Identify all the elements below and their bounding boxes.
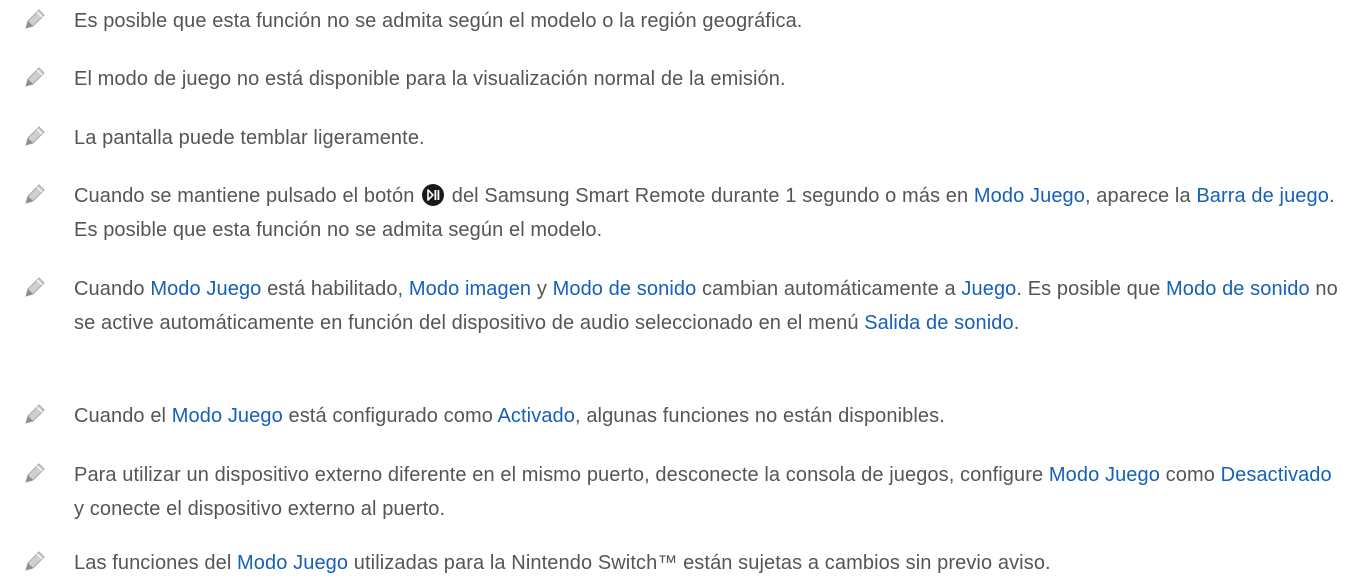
note-item: Cuando Modo Juego está habilitado, Modo … — [0, 272, 1340, 340]
pencil-note-icon — [22, 548, 48, 574]
pencil-note-icon — [22, 460, 48, 486]
pencil-note-icon — [22, 6, 48, 32]
link-modo-juego[interactable]: Modo Juego — [237, 552, 348, 574]
note-item: Es posible que esta función no se admita… — [0, 4, 1340, 38]
pencil-note-icon — [22, 181, 48, 207]
note-text: La pantalla puede temblar ligeramente. — [74, 127, 425, 149]
note-item: Cuando el Modo Juego está configurado co… — [0, 399, 1340, 433]
pencil-note-icon — [22, 401, 48, 427]
note-text: Es posible que esta función no se admita… — [74, 10, 803, 32]
link-desactivado[interactable]: Desactivado — [1221, 464, 1332, 486]
link-modo-juego[interactable]: Modo Juego — [172, 405, 283, 427]
link-modo-imagen[interactable]: Modo imagen — [409, 278, 531, 300]
note-text: Cuando el Modo Juego está configurado co… — [74, 405, 945, 427]
link-modo-juego[interactable]: Modo Juego — [1049, 464, 1160, 486]
link-juego[interactable]: Juego — [961, 278, 1016, 300]
note-text: El modo de juego no está disponible para… — [74, 68, 786, 90]
pencil-note-icon — [22, 274, 48, 300]
note-text: Cuando Modo Juego está habilitado, Modo … — [74, 278, 1338, 334]
link-modo-juego[interactable]: Modo Juego — [974, 185, 1085, 207]
note-text: Para utilizar un dispositivo externo dif… — [74, 464, 1332, 520]
link-modo-de-sonido[interactable]: Modo de sonido — [1166, 278, 1310, 300]
note-item: Las funciones del Modo Juego utilizadas … — [0, 546, 1340, 580]
note-text: Cuando se mantiene pulsado el botón del … — [74, 184, 1335, 241]
note-text: Las funciones del Modo Juego utilizadas … — [74, 552, 1051, 574]
link-modo-juego[interactable]: Modo Juego — [150, 278, 261, 300]
note-item: Cuando se mantiene pulsado el botón del … — [0, 179, 1340, 247]
pencil-note-icon — [22, 123, 48, 149]
pencil-note-icon — [22, 64, 48, 90]
notes-list: Es posible que esta función no se admita… — [0, 0, 1355, 583]
note-item: El modo de juego no está disponible para… — [0, 62, 1340, 96]
link-activado[interactable]: Activado — [497, 405, 575, 427]
link-salida-de-sonido[interactable]: Salida de sonido — [864, 312, 1014, 334]
play-pause-button-icon — [422, 184, 445, 206]
note-item: La pantalla puede temblar ligeramente. — [0, 121, 1340, 155]
link-barra-de-juego[interactable]: Barra de juego — [1196, 185, 1329, 207]
note-item: Para utilizar un dispositivo externo dif… — [0, 458, 1340, 526]
link-modo-de-sonido[interactable]: Modo de sonido — [553, 278, 697, 300]
